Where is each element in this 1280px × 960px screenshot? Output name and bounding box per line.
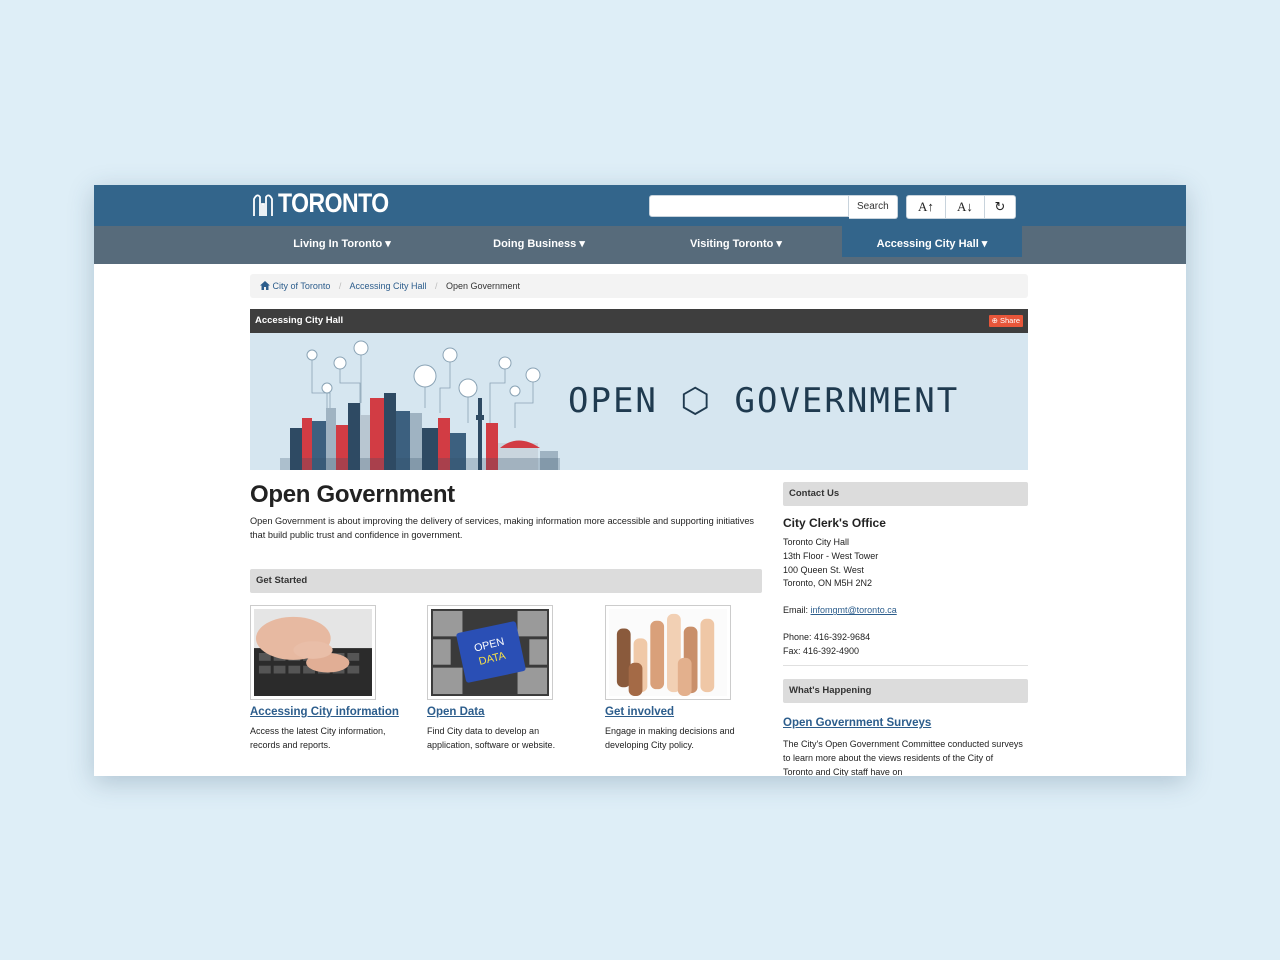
toronto-logo[interactable]: TORONTO	[252, 187, 389, 218]
site-header: TORONTO Search A↑ A↓ ↻	[94, 185, 1186, 226]
section-title-bar: Accessing City Hall ⊕ Share	[250, 309, 1028, 333]
nav-accessing-city-hall[interactable]: Accessing City Hall ▾	[842, 226, 1022, 257]
banner-title: OPEN ⬡ GOVERNMENT	[568, 381, 960, 421]
card-description: Access the latest City information, reco…	[250, 726, 386, 750]
browser-viewport: TORONTO Search A↑ A↓ ↻ Living In Toronto…	[94, 185, 1186, 776]
city-hall-logo-icon	[253, 194, 273, 216]
open-government-surveys-link[interactable]: Open Government Surveys	[783, 717, 931, 729]
breadcrumb-city-of-toronto[interactable]: City of Toronto	[273, 281, 331, 291]
skyline-illustration-icon	[280, 340, 560, 470]
breadcrumb: City of Toronto / Accessing City Hall / …	[250, 274, 1028, 298]
contact-us-heading: Contact Us	[783, 482, 1028, 506]
breadcrumb-separator: /	[338, 281, 342, 291]
keyboard-typing-image[interactable]	[250, 605, 376, 700]
font-size-tools: A↑ A↓ ↻	[906, 195, 1016, 219]
search-form: Search	[649, 195, 898, 219]
get-involved-link[interactable]: Get involved	[605, 706, 760, 718]
home-icon[interactable]	[260, 274, 270, 298]
section-title: Accessing City Hall	[255, 315, 344, 326]
get-started-heading: Get Started	[250, 569, 762, 593]
card-open-data: OPEN DATA Open Data Find City data to de…	[427, 605, 582, 752]
search-button[interactable]: Search	[849, 195, 898, 219]
divider	[783, 664, 1028, 666]
logo-wordmark: TORONTO	[278, 187, 389, 218]
address-line: 100 Queen St. West	[783, 564, 864, 575]
email-line: Email: infomgmt@toronto.ca	[783, 604, 1028, 618]
fax: Fax: 416-392-4900	[783, 645, 860, 656]
address: Toronto City Hall 13th Floor - West Towe…	[783, 536, 1028, 591]
card-accessing-city-information: Accessing City information Access the la…	[250, 605, 405, 752]
page-intro: Open Government is about improving the d…	[250, 516, 755, 540]
card-description: Find City data to develop an application…	[427, 726, 556, 750]
email-label: Email:	[783, 605, 809, 616]
page-title: Open Government	[250, 481, 455, 508]
breadcrumb-current: Open Government	[446, 281, 521, 291]
email-link[interactable]: infomgmt@toronto.ca	[811, 605, 897, 615]
raised-hands-image[interactable]	[605, 605, 731, 700]
plus-icon: ⊕	[991, 316, 998, 325]
breadcrumb-separator: /	[434, 281, 438, 291]
card-description: Engage in making decisions and developin…	[605, 726, 735, 750]
accessing-city-information-link[interactable]: Accessing City information	[250, 706, 405, 718]
main-nav: Living In Toronto ▾ Doing Business ▾ Vis…	[94, 226, 1186, 264]
open-government-banner: OPEN ⬡ GOVERNMENT	[250, 333, 1028, 470]
nav-visiting-toronto[interactable]: Visiting Toronto ▾	[646, 226, 826, 264]
nav-doing-business[interactable]: Doing Business ▾	[449, 226, 629, 264]
open-data-link[interactable]: Open Data	[427, 706, 582, 718]
whats-happening-heading: What's Happening	[783, 679, 1028, 703]
share-label: Share	[999, 316, 1020, 325]
address-line: 13th Floor - West Tower	[783, 550, 879, 561]
happening-text: The City's Open Government Committee con…	[783, 739, 1023, 776]
whats-happening-block: Open Government Surveys The City's Open …	[783, 713, 1028, 776]
nav-living-in-toronto[interactable]: Living In Toronto ▾	[252, 226, 432, 264]
contact-block: City Clerk's Office Toronto City Hall 13…	[783, 516, 1028, 666]
phone: Phone: 416-392-9684	[783, 631, 871, 642]
font-increase-button[interactable]: A↑	[907, 196, 946, 218]
breadcrumb-accessing-city-hall[interactable]: Accessing City Hall	[349, 281, 426, 291]
address-line: Toronto City Hall	[783, 537, 850, 547]
search-input[interactable]	[649, 195, 849, 217]
font-decrease-button[interactable]: A↓	[946, 196, 985, 218]
address-line: Toronto, ON M5H 2N2	[783, 578, 873, 589]
office-name: City Clerk's Office	[783, 516, 886, 530]
card-get-involved: Get involved Engage in making decisions …	[605, 605, 760, 752]
reset-icon[interactable]: ↻	[985, 196, 1015, 218]
share-button[interactable]: ⊕ Share	[988, 315, 1023, 327]
open-data-key-image[interactable]: OPEN DATA	[427, 605, 553, 700]
